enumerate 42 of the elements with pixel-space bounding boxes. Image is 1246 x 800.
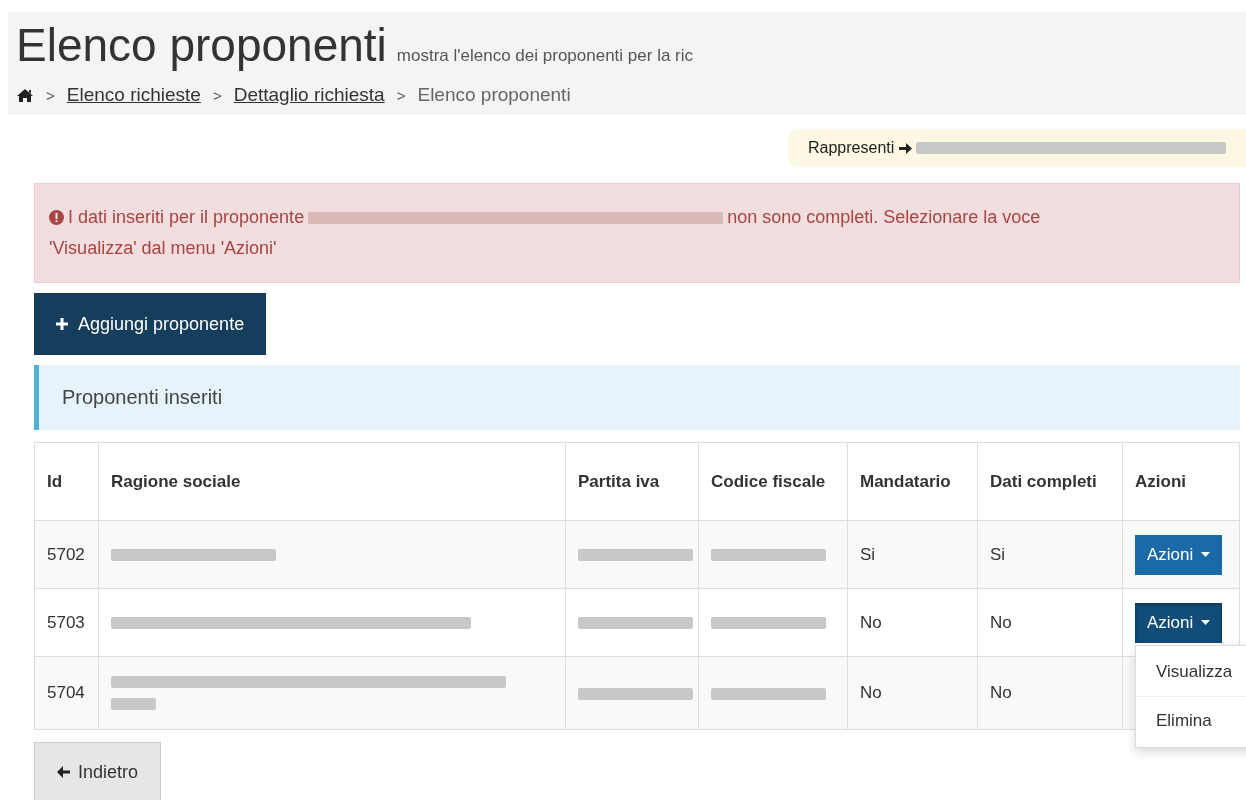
page-subtitle: mostra l'elenco dei proponenti per la ric (396, 46, 694, 66)
breadcrumb-separator: > (46, 86, 55, 104)
back-button[interactable]: Indietro (34, 742, 162, 800)
caret-icon (1201, 552, 1211, 557)
breadcrumb-link[interactable]: Dettaglio richiesta (233, 84, 385, 106)
breadcrumb-link[interactable]: Elenco richieste (66, 84, 201, 106)
breadcrumb-separator: > (396, 86, 406, 104)
table-cell: 5702 (34, 520, 99, 589)
column-header: Dati completi (977, 442, 1123, 521)
plus-icon (56, 318, 68, 330)
column-header: Codice fiscale (698, 442, 848, 521)
alert-text-end: non sono completi. Selezionare la voce (727, 206, 1041, 229)
arrow-right-icon (898, 141, 913, 155)
arrow-left-icon (57, 766, 70, 778)
menu-item[interactable]: Visualizza (1136, 648, 1246, 696)
table-cell: 5704 (34, 656, 99, 730)
home-icon[interactable] (16, 87, 34, 103)
breadcrumb-separator: > (212, 86, 222, 104)
table-cell: No (847, 588, 978, 657)
panel-title: Proponenti inseriti (62, 386, 223, 409)
table-cell: No (977, 656, 1123, 730)
column-header: Id (34, 442, 99, 521)
table-cell: No (847, 656, 978, 730)
redacted-text (111, 698, 156, 710)
represent-label: Rappresenti (808, 139, 895, 157)
table-cell: Si (977, 520, 1123, 589)
column-header: Azioni (1122, 442, 1240, 521)
actions-dropdown-button[interactable]: Azioni (1135, 602, 1223, 643)
menu-item[interactable]: Elimina (1136, 696, 1246, 745)
alert-text-continued: 'Visualizza' dal menu 'Azioni' (49, 237, 277, 260)
breadcrumb-current: Elenco proponenti (417, 84, 571, 106)
column-header: Partita iva (565, 442, 699, 521)
exclamation-circle-icon (49, 210, 64, 225)
add-proponent-button[interactable]: Aggiungi proponente (34, 293, 267, 355)
alert-text-start: I dati inseriti per il proponente (68, 206, 305, 229)
table-cell: No (977, 588, 1123, 657)
column-header: Ragione sociale (98, 442, 566, 521)
table-cell: Si (847, 520, 978, 589)
caret-icon (1201, 620, 1211, 625)
actions-dropdown-button[interactable]: Azioni (1135, 534, 1223, 575)
table-cell: 5703 (34, 588, 99, 657)
column-header: Mandatario (847, 442, 978, 521)
